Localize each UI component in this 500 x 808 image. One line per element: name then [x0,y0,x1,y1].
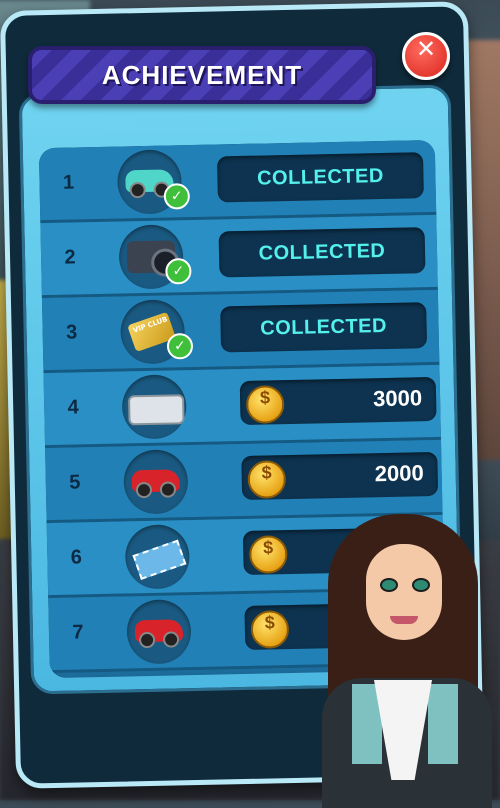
status-collected: COLLECTED [218,227,426,278]
row-number: 6 [70,546,83,569]
coin-icon: $ [245,385,285,424]
row-number: 2 [64,246,76,269]
close-button[interactable]: ✕ [402,32,450,80]
character-face [366,544,442,640]
item-slot [123,449,189,515]
camcorder-icon [127,394,185,426]
vip-card-label: VIP CLUB [131,315,169,335]
price-label: 2000 [374,460,424,487]
achievement-row-3[interactable]: 3 VIP CLUB ✓ COLLECTED [41,289,440,374]
page-title: ACHIEVEMENT [101,59,303,90]
character-lapel [428,684,458,764]
item-slot [121,374,187,440]
item-slot [126,599,192,665]
businesswoman-character [306,508,500,808]
coin-icon: $ [248,535,288,574]
row-number: 4 [67,396,80,419]
row-number: 5 [69,471,81,494]
row-number: 3 [65,321,78,344]
coin-icon: $ [247,460,287,499]
achievement-row-2[interactable]: 2 ✓ COLLECTED [40,214,438,299]
status-collected: COLLECTED [216,152,424,203]
title-banner: ACHIEVEMENT [28,46,376,104]
mouth-icon [390,616,418,624]
status-collected: COLLECTED [220,302,428,353]
eye-icon [412,578,430,592]
ticket-icon [132,539,187,580]
car-icon [131,469,181,499]
row-number: 1 [62,171,75,194]
check-icon: ✓ [165,258,192,285]
close-x-icon: ✕ [415,35,437,63]
price-label: 3000 [372,385,423,412]
row-number: 7 [72,621,84,644]
achievement-row-1[interactable]: 1 ✓ COLLECTED [38,139,437,224]
check-icon: ✓ [163,183,191,210]
eye-icon [380,578,398,592]
car-icon [134,619,184,649]
buy-button[interactable]: $ 3000 [239,376,437,426]
item-slot [124,524,191,590]
buy-button[interactable]: $ 2000 [241,451,439,501]
check-icon: ✓ [166,333,194,360]
coin-icon: $ [250,610,290,649]
achievement-row-4[interactable]: 4 $ 3000 [43,364,441,449]
